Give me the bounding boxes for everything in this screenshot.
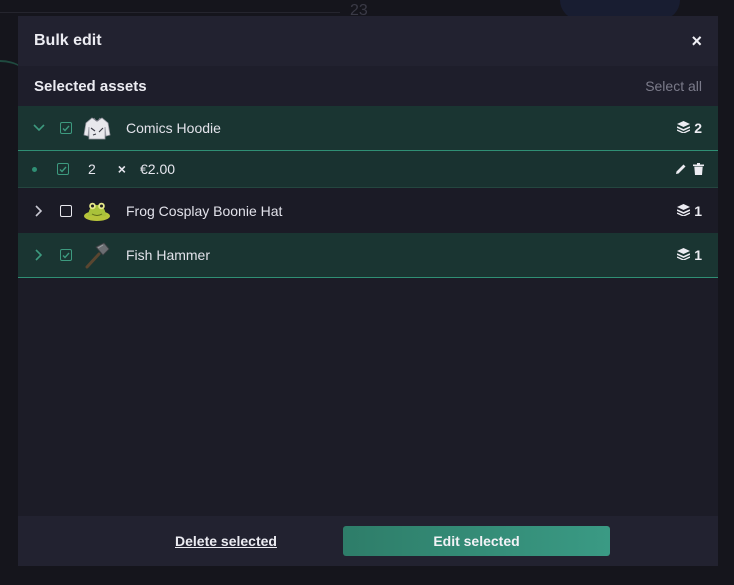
listing-row[interactable]: 2 × €2.00	[18, 151, 718, 188]
asset-count-value: 2	[694, 120, 702, 136]
stack-icon	[676, 247, 691, 263]
stack-icon	[676, 203, 691, 219]
asset-count-value: 1	[694, 202, 702, 219]
asset-count: 2	[676, 120, 702, 136]
asset-count: 1	[676, 247, 702, 263]
stack-icon	[676, 120, 691, 136]
listing-price: €2.00	[139, 161, 176, 177]
listing-checkbox[interactable]	[57, 163, 69, 175]
bulk-edit-modal: Bulk edit × Selected assets Select all C…	[18, 16, 718, 566]
section-header: Selected assets Select all	[18, 66, 718, 106]
close-button[interactable]: ×	[691, 32, 702, 50]
delete-selected-button[interactable]: Delete selected	[175, 533, 277, 549]
listing-dot	[32, 166, 37, 172]
asset-checkbox[interactable]	[60, 122, 72, 134]
listing-multiplier: ×	[117, 161, 126, 177]
modal-header: Bulk edit ×	[18, 16, 718, 66]
chevron-right-icon[interactable]	[31, 247, 47, 263]
background-line	[0, 12, 340, 13]
select-all-button[interactable]: Select all	[645, 78, 702, 94]
listing-quantity: 2	[88, 161, 96, 177]
asset-count-value: 1	[694, 247, 702, 263]
modal-footer: Delete selected Edit selected	[18, 516, 718, 566]
asset-row-comics-hoodie[interactable]: Comics Hoodie 2	[18, 106, 718, 151]
listing-actions	[675, 163, 704, 175]
modal-title: Bulk edit	[34, 32, 102, 49]
asset-name: Fish Hammer	[126, 247, 211, 263]
hammer-icon	[82, 240, 112, 270]
trash-icon[interactable]	[693, 163, 704, 175]
asset-count: 1	[676, 202, 702, 219]
asset-name: Comics Hoodie	[126, 120, 221, 136]
hoodie-icon	[82, 113, 112, 143]
asset-checkbox[interactable]	[60, 204, 72, 217]
asset-name: Frog Cosplay Boonie Hat	[126, 202, 283, 219]
asset-row-fish-hammer[interactable]: Fish Hammer 1	[18, 233, 718, 278]
chevron-down-icon[interactable]	[31, 120, 47, 136]
asset-row-frog-cosplay-boonie-hat[interactable]: Frog Cosplay Boonie Hat 1	[18, 188, 718, 233]
chevron-right-icon[interactable]	[31, 203, 47, 219]
pencil-icon[interactable]	[675, 163, 687, 175]
section-title: Selected assets	[34, 77, 147, 95]
asset-checkbox[interactable]	[60, 249, 72, 261]
frog-hat-icon	[82, 196, 112, 226]
edit-selected-button[interactable]: Edit selected	[343, 526, 610, 556]
